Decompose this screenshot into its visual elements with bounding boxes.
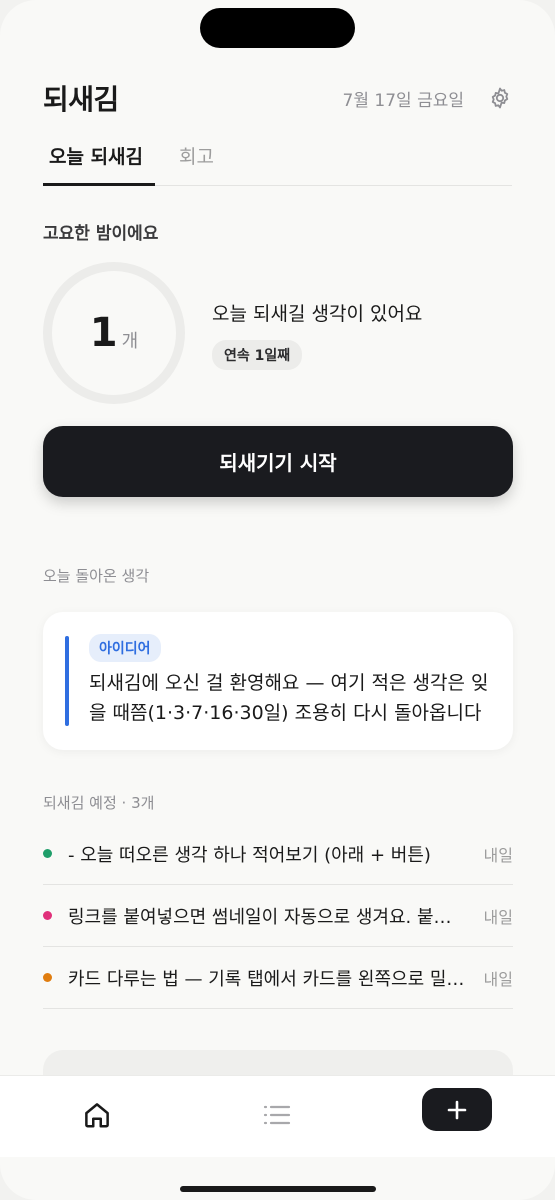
gear-icon[interactable] xyxy=(488,86,512,110)
home-icon[interactable] xyxy=(82,1100,112,1130)
greeting-text: 고요한 밤이에요 xyxy=(43,224,159,244)
bottom-nav xyxy=(0,1075,555,1157)
list-item-text: 링크를 붙여넣으면 썸네일이 자동으로 생겨요. 붙여넣어 보세요 xyxy=(68,906,468,928)
count-value: 1 xyxy=(89,310,118,356)
returned-thought-card[interactable]: 아이디어 되새김에 오신 걸 환영해요 — 여기 적은 생각은 잊을 때쯤(1·… xyxy=(43,612,513,750)
streak-badge: 연속 1일째 xyxy=(212,340,303,370)
count-unit: 개 xyxy=(121,331,139,352)
returned-section-label: 오늘 돌아온 생각 xyxy=(43,567,150,585)
status-dot xyxy=(43,911,52,920)
header: 되새김 7월 17일 금요일 xyxy=(43,76,512,120)
tab-review[interactable]: 회고 xyxy=(173,134,220,185)
date-label: 7월 17일 금요일 xyxy=(342,90,464,111)
plus-icon xyxy=(447,1100,467,1119)
home-indicator xyxy=(180,1186,376,1192)
upcoming-section-label: 되새김 예정 · 3개 xyxy=(43,794,155,812)
start-review-button[interactable]: 되새기기 시작 xyxy=(43,426,513,497)
list-item-when: 내일 xyxy=(483,907,513,927)
tab-today[interactable]: 오늘 되새김 xyxy=(43,134,156,186)
upcoming-list: - 오늘 떠오른 생각 하나 적어보기 (아래 + 버튼) 내일 링크를 붙여넣… xyxy=(43,823,513,1009)
phone-screen: 되새김 7월 17일 금요일 오늘 되새김 회고 고요한 밤이에요 1 개 오늘… xyxy=(0,0,555,1200)
list-item[interactable]: 링크를 붙여넣으면 썸네일이 자동으로 생겨요. 붙여넣어 보세요 내일 xyxy=(43,885,513,947)
card-text: 되새김에 오신 걸 환영해요 — 여기 적은 생각은 잊을 때쯤(1·3·7·1… xyxy=(89,672,489,724)
add-button[interactable] xyxy=(422,1088,492,1131)
list-item-text: 카드 다루는 법 — 기록 탭에서 카드를 왼쪽으로 밀어 보세요 xyxy=(68,968,468,990)
header-right: 7월 17일 금요일 xyxy=(343,86,512,111)
tab-bar-top: 오늘 되새김 회고 xyxy=(43,134,512,186)
list-item-when: 내일 xyxy=(483,969,513,989)
today-summary: 오늘 되새길 생각이 있어요 연속 1일째 xyxy=(212,299,422,370)
status-dot xyxy=(43,973,52,982)
summary-text: 오늘 되새길 생각이 있어요 xyxy=(212,303,423,325)
list-item-text: - 오늘 떠오른 생각 하나 적어보기 (아래 + 버튼) xyxy=(68,844,431,866)
card-category-tag: 아이디어 xyxy=(89,634,161,662)
list-item[interactable]: 카드 다루는 법 — 기록 탭에서 카드를 왼쪽으로 밀어 보세요 내일 xyxy=(43,947,513,1009)
list-item[interactable]: - 오늘 떠오른 생각 하나 적어보기 (아래 + 버튼) 내일 xyxy=(43,823,513,885)
dynamic-island xyxy=(200,8,355,48)
count-ring: 1 개 xyxy=(43,262,185,404)
status-dot xyxy=(43,849,52,858)
app-title: 되새김 xyxy=(43,83,119,116)
card-accent-bar xyxy=(65,636,69,726)
list-item-when: 내일 xyxy=(483,845,513,865)
list-icon[interactable] xyxy=(262,1102,292,1128)
